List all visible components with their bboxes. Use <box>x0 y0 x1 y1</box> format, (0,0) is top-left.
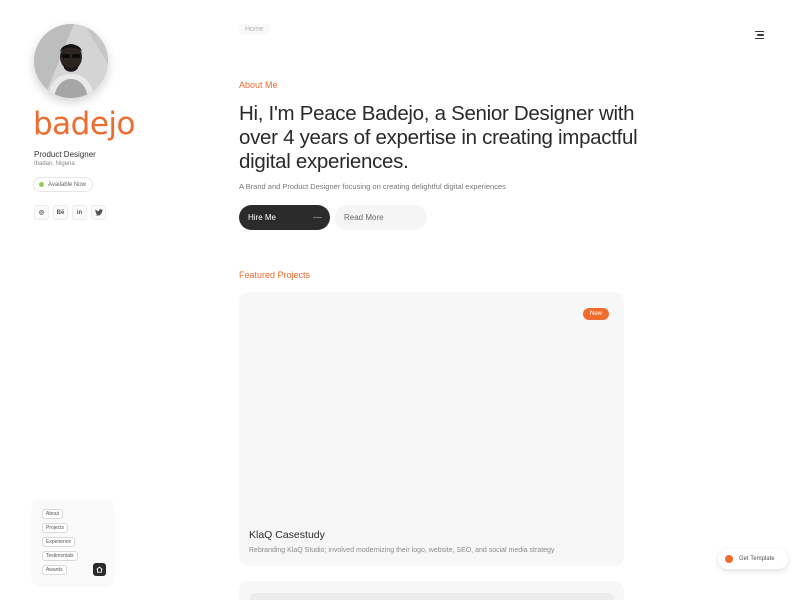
dribbble-icon[interactable]: ◎ <box>34 205 49 220</box>
project-card[interactable]: New KlaQ Casestudy Rebranding KlaQ Studi… <box>239 292 624 566</box>
new-badge: New <box>582 308 609 320</box>
project-thumbnail <box>249 593 614 600</box>
status-badge: Available Now <box>33 177 93 192</box>
status-label: Available Now <box>48 181 86 188</box>
linkedin-icon[interactable]: in <box>72 205 87 220</box>
dash-icon <box>313 216 322 219</box>
twitter-bird-icon <box>94 209 103 216</box>
nav-item-about[interactable]: About <box>42 509 64 519</box>
social-links: ◎ Bē in <box>34 205 106 220</box>
nav-item-projects[interactable]: Projects <box>42 523 69 533</box>
get-template-label: Get Template <box>739 556 775 562</box>
nav-item-experience[interactable]: Experience <box>42 537 76 547</box>
profile-photo <box>34 24 108 98</box>
hire-me-button[interactable]: Hire Me <box>239 205 330 230</box>
hero-subtitle: A Brand and Product Designer focusing on… <box>239 182 506 191</box>
behance-icon[interactable]: Bē <box>53 205 68 220</box>
hire-me-label: Hire Me <box>248 213 277 222</box>
twitter-icon[interactable] <box>91 205 106 220</box>
about-section-label: About Me <box>239 80 278 90</box>
breadcrumb-home[interactable]: Home <box>239 24 270 35</box>
profile-location: Ibadan, Nigeria <box>34 161 75 167</box>
avatar <box>34 24 108 98</box>
get-template-button[interactable]: Get Template <box>718 549 788 569</box>
project-description: Rebranding KlaQ Studio; involved moderni… <box>249 547 555 554</box>
profile-role: Product Designer <box>34 150 96 159</box>
menu-icon[interactable] <box>744 26 764 44</box>
home-glyph-icon <box>96 566 103 573</box>
home-icon[interactable] <box>93 563 106 576</box>
project-title: KlaQ Casestudy <box>249 529 325 541</box>
brand-name: badejo <box>33 106 136 142</box>
project-card[interactable] <box>239 581 624 600</box>
read-more-button[interactable]: Read More <box>335 205 427 230</box>
projects-section-label: Featured Projects <box>239 270 311 280</box>
status-dot-icon <box>39 182 44 187</box>
nav-item-testimonials[interactable]: Testimonials <box>42 551 78 561</box>
hero-title: Hi, I'm Peace Badejo, a Senior Designer … <box>239 102 638 173</box>
nav-item-awards[interactable]: Awards <box>42 565 67 575</box>
template-dot-icon <box>725 555 733 563</box>
section-nav: About Projects Experience Testimonials A… <box>33 500 113 584</box>
